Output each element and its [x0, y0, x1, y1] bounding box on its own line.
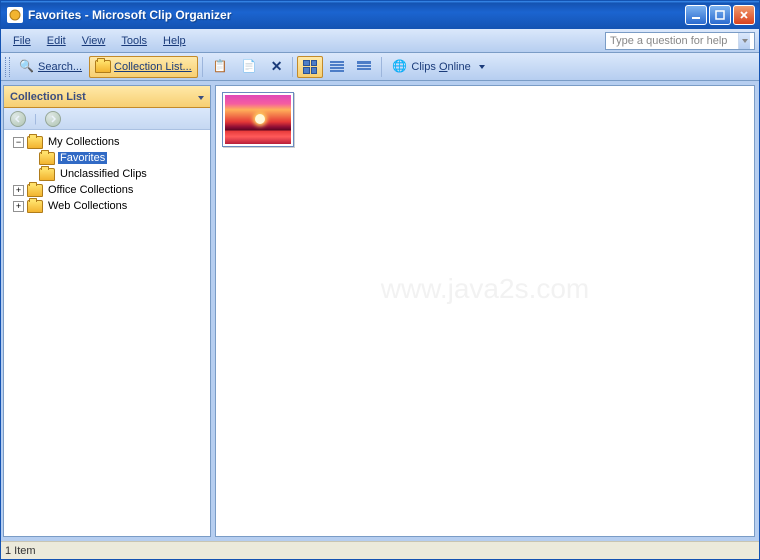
menu-tools[interactable]: Tools: [113, 32, 155, 50]
nav-forward-button[interactable]: [45, 111, 61, 127]
maximize-button[interactable]: [709, 5, 731, 25]
tree-label: My Collections: [46, 136, 122, 148]
search-button[interactable]: Search...: [13, 56, 88, 78]
tree-label: Favorites: [58, 152, 107, 164]
watermark-text: www.java2s.com: [381, 273, 590, 305]
tree-node-my-collections[interactable]: − My Collections: [6, 134, 208, 150]
menu-bar: File Edit View Tools Help Type a questio…: [1, 29, 759, 53]
toolbar-grip-icon[interactable]: [5, 57, 10, 77]
collapse-icon[interactable]: −: [13, 137, 24, 148]
nav-back-button[interactable]: [10, 111, 26, 127]
clip-thumbnail[interactable]: [222, 92, 294, 147]
tree-label: Unclassified Clips: [58, 168, 149, 180]
list-view-button[interactable]: [324, 56, 350, 78]
clips-online-button[interactable]: Clips Online: [386, 56, 476, 78]
tree-node-office-collections[interactable]: + Office Collections: [6, 182, 208, 198]
tree-node-favorites[interactable]: Favorites: [6, 150, 208, 166]
status-text: 1 Item: [5, 545, 36, 557]
toolbar-separator: [381, 57, 382, 77]
copy-icon: [213, 59, 229, 75]
help-search-dropdown-icon[interactable]: [738, 33, 750, 49]
details-view-button[interactable]: [351, 56, 377, 78]
menu-view[interactable]: View: [74, 32, 114, 50]
toolbar: Search... Collection List... ✕ Clips Onl…: [1, 53, 759, 81]
paste-icon: [242, 59, 258, 75]
menu-file[interactable]: File: [5, 32, 39, 50]
collection-list-button[interactable]: Collection List...: [89, 56, 198, 78]
folder-icon: [27, 200, 43, 213]
menu-edit[interactable]: Edit: [39, 32, 74, 50]
folder-icon: [39, 168, 55, 181]
toolbar-separator: [292, 57, 293, 77]
tree-label: Office Collections: [46, 184, 135, 196]
help-search-input[interactable]: Type a question for help: [605, 32, 755, 50]
folder-icon: [27, 184, 43, 197]
thumbnails-icon: [303, 60, 317, 74]
status-bar: 1 Item: [1, 541, 759, 559]
search-label: Search...: [38, 61, 82, 73]
details-icon: [357, 61, 371, 73]
clip-grid[interactable]: www.java2s.com: [215, 85, 755, 537]
nav-separator: |: [34, 113, 37, 125]
delete-icon: ✕: [271, 58, 283, 75]
pane-dropdown-icon[interactable]: [198, 91, 204, 103]
globe-icon: [392, 59, 408, 75]
pane-nav: |: [4, 108, 210, 130]
pane-header[interactable]: Collection List: [4, 86, 210, 108]
thumbnails-view-button[interactable]: [297, 56, 323, 78]
tree-node-unclassified[interactable]: Unclassified Clips: [6, 166, 208, 182]
list-icon: [330, 61, 344, 73]
app-icon: [7, 7, 23, 23]
expand-icon[interactable]: +: [13, 201, 24, 212]
search-icon: [19, 59, 35, 75]
copy-button[interactable]: [207, 56, 235, 78]
clip-image: [225, 95, 291, 144]
pane-title: Collection List: [10, 91, 86, 103]
tree-node-web-collections[interactable]: + Web Collections: [6, 198, 208, 214]
paste-button[interactable]: [236, 56, 264, 78]
folder-icon: [39, 152, 55, 165]
delete-button[interactable]: ✕: [265, 56, 289, 78]
help-search-placeholder: Type a question for help: [610, 35, 727, 47]
collection-tree[interactable]: − My Collections Favorites Unclassified …: [4, 130, 210, 536]
folder-icon: [27, 136, 43, 149]
toolbar-overflow-button[interactable]: [478, 56, 487, 78]
menu-help[interactable]: Help: [155, 32, 194, 50]
collection-list-pane: Collection List | − My Collections Favor: [3, 85, 211, 537]
collection-list-label: Collection List...: [114, 61, 192, 73]
minimize-button[interactable]: [685, 5, 707, 25]
toolbar-separator: [202, 57, 203, 77]
close-button[interactable]: [733, 5, 755, 25]
window-title: Favorites - Microsoft Clip Organizer: [28, 8, 685, 22]
title-bar: Favorites - Microsoft Clip Organizer: [1, 1, 759, 29]
expand-icon[interactable]: +: [13, 185, 24, 196]
folder-icon: [95, 60, 111, 73]
clips-online-label: Clips Online: [411, 61, 470, 73]
tree-label: Web Collections: [46, 200, 129, 212]
main-area: Collection List | − My Collections Favor: [1, 81, 759, 541]
